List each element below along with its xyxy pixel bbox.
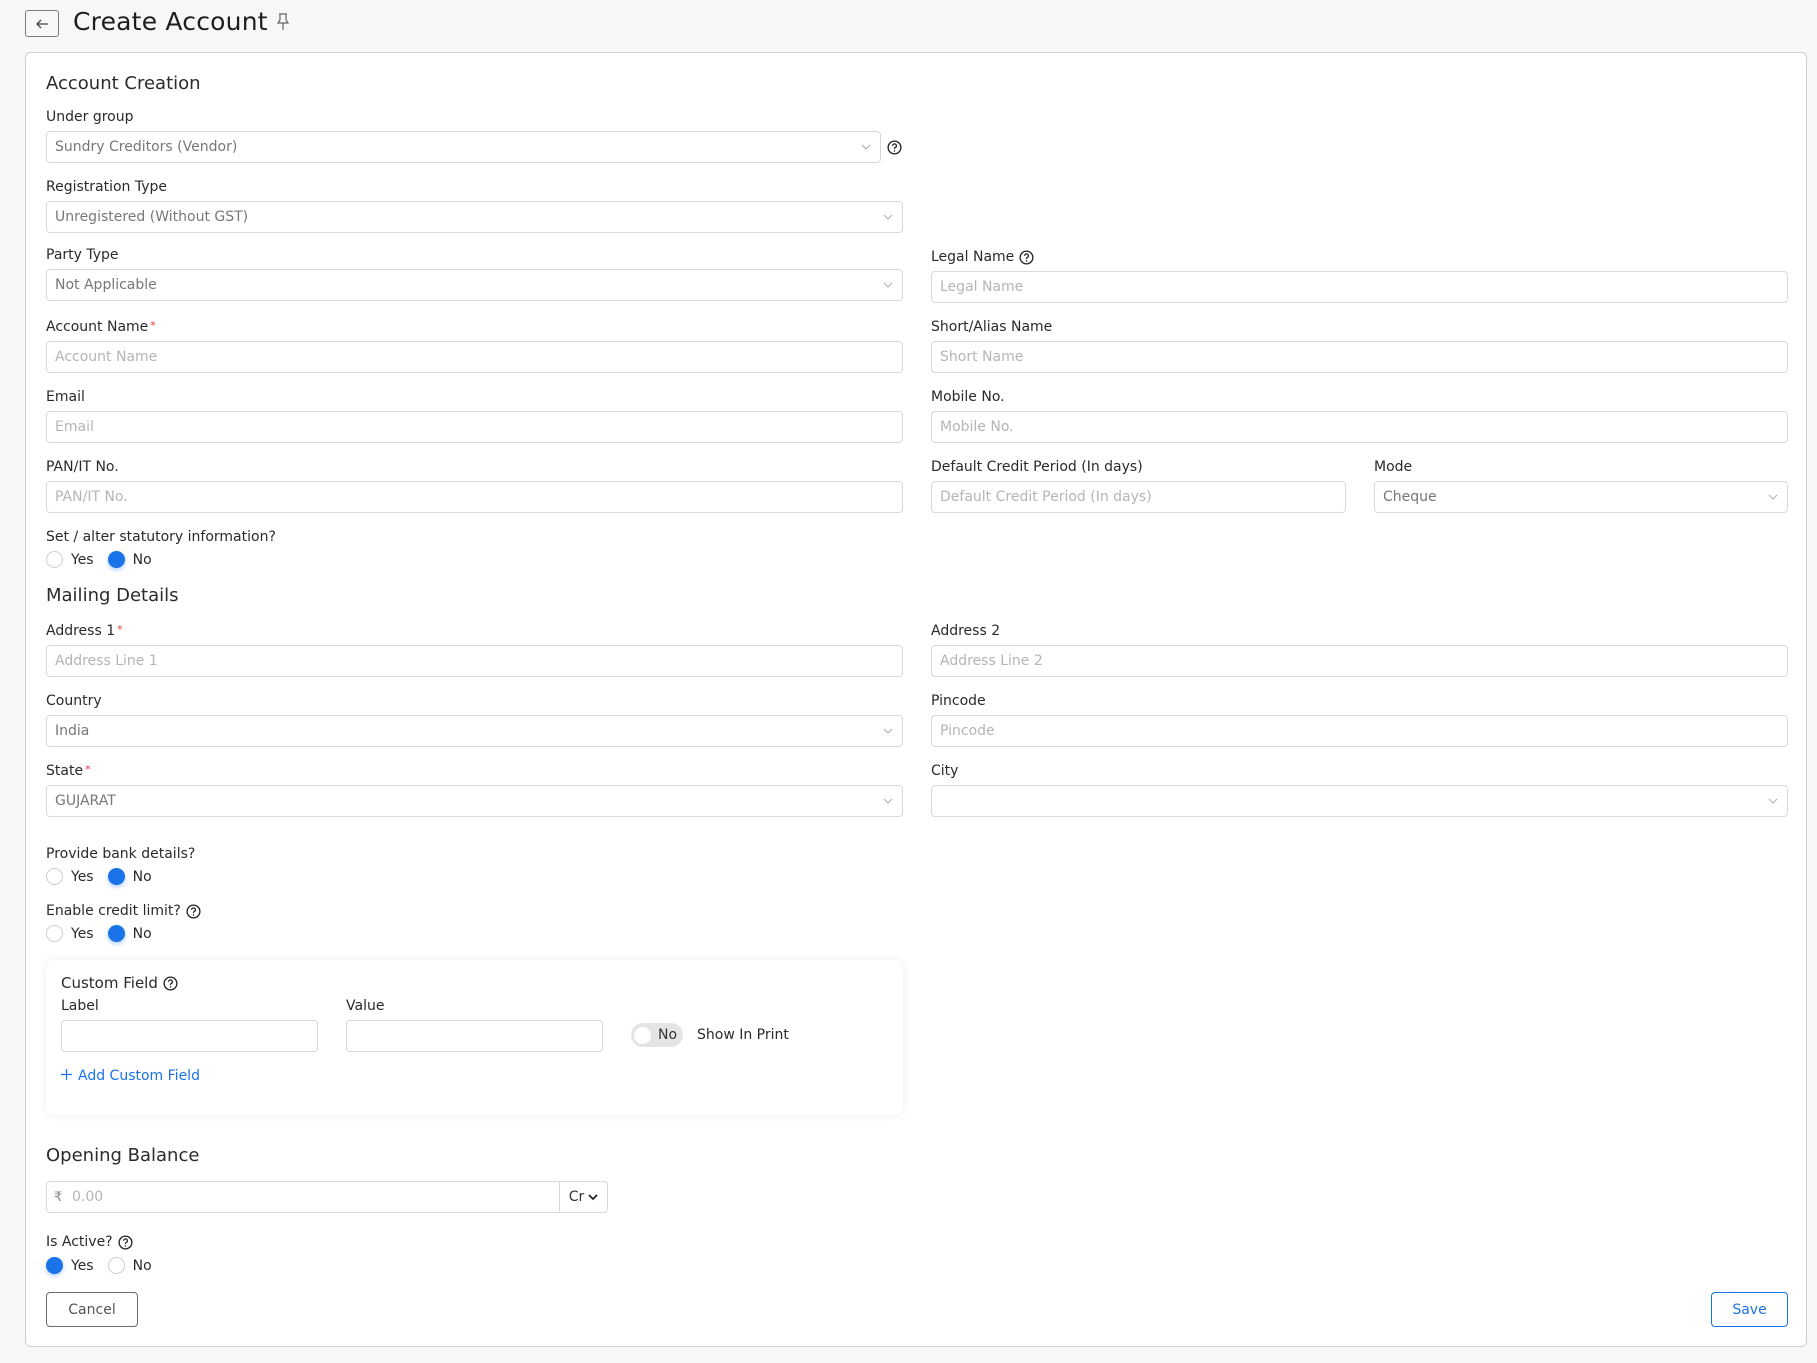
credit-period-input[interactable]: Default Credit Period (In days) (931, 481, 1346, 513)
statutory-no-radio[interactable] (107, 551, 125, 568)
opening-balance-field: ₹ 0.00 Cr (46, 1181, 608, 1213)
legal-name-input[interactable]: Legal Name (931, 271, 1788, 303)
state-label: State * (46, 762, 91, 780)
section-title-mailing-details: Mailing Details (46, 585, 179, 606)
bank-details-no-radio[interactable] (107, 868, 125, 885)
statutory-radio-group: Yes No (46, 551, 166, 568)
chevron-down-icon (860, 141, 872, 153)
chevron-down-icon (882, 795, 894, 807)
email-input[interactable]: Email (46, 411, 903, 443)
pan-label: PAN/IT No. (46, 459, 119, 475)
help-icon[interactable] (887, 140, 902, 155)
help-icon[interactable] (1019, 249, 1034, 265)
chevron-down-icon (882, 279, 894, 291)
country-select[interactable]: India (46, 715, 903, 747)
credit-limit-yes-radio[interactable] (46, 925, 63, 942)
required-mark: * (85, 762, 91, 776)
chevron-down-icon (588, 1189, 598, 1205)
custom-field-value-heading: Value (346, 998, 385, 1014)
form-card (25, 52, 1807, 1347)
opening-balance-input[interactable]: 0.00 (72, 1189, 559, 1205)
back-button[interactable] (25, 10, 59, 37)
country-label: Country (46, 693, 102, 709)
account-name-label: Account Name * (46, 318, 156, 336)
mode-select[interactable]: Cheque (1374, 481, 1788, 513)
arrow-left-icon (35, 14, 49, 33)
section-title-opening-balance: Opening Balance (46, 1145, 200, 1166)
credit-period-label: Default Credit Period (In days) (931, 459, 1143, 475)
bank-details-radio-group: Yes No (46, 868, 166, 885)
under-group-label: Under group (46, 109, 134, 125)
help-icon[interactable] (118, 1234, 133, 1250)
short-name-input[interactable]: Short Name (931, 341, 1788, 373)
plus-icon (61, 1068, 72, 1084)
registration-type-label: Registration Type (46, 179, 168, 195)
balance-type-select[interactable]: Cr (559, 1182, 607, 1212)
bank-details-yes-radio[interactable] (46, 868, 63, 885)
state-select[interactable]: GUJARAT (46, 785, 903, 817)
address2-label: Address 2 (931, 623, 1001, 639)
credit-limit-label: Enable credit limit? (46, 903, 201, 919)
toggle-knob (634, 1026, 651, 1044)
section-title-account-creation: Account Creation (46, 73, 201, 94)
cancel-button[interactable]: Cancel (46, 1292, 138, 1327)
chevron-down-icon (1767, 491, 1779, 503)
show-in-print-label: Show In Print (697, 1027, 789, 1043)
mode-label: Mode (1374, 459, 1413, 475)
credit-limit-radio-group: Yes No (46, 925, 166, 942)
statutory-yes-radio[interactable] (46, 551, 63, 568)
address2-input[interactable]: Address Line 2 (931, 645, 1788, 677)
short-name-label: Short/Alias Name (931, 319, 1053, 335)
city-select[interactable] (931, 785, 1788, 817)
save-button[interactable]: Save (1711, 1292, 1788, 1327)
party-type-label: Party Type (46, 247, 119, 263)
mobile-input[interactable]: Mobile No. (931, 411, 1788, 443)
chevron-down-icon (882, 211, 894, 223)
bank-details-label: Provide bank details? (46, 846, 196, 862)
help-icon[interactable] (186, 903, 201, 919)
address1-input[interactable]: Address Line 1 (46, 645, 903, 677)
pan-input[interactable]: PAN/IT No. (46, 481, 903, 513)
city-label: City (931, 763, 959, 779)
required-mark: * (117, 622, 123, 636)
statutory-label: Set / alter statutory information? (46, 529, 276, 545)
is-active-yes-radio[interactable] (46, 1257, 63, 1274)
page-title: Create Account (73, 7, 268, 36)
pincode-input[interactable]: Pincode (931, 715, 1788, 747)
pin-icon[interactable] (276, 13, 290, 35)
help-icon[interactable] (163, 975, 178, 991)
is-active-radio-group: Yes No (46, 1257, 166, 1274)
add-custom-field-link[interactable]: Add Custom Field (61, 1068, 200, 1084)
custom-field-label-input[interactable] (61, 1020, 318, 1052)
required-mark: * (150, 318, 156, 332)
is-active-no-radio[interactable] (107, 1257, 125, 1274)
credit-limit-no-radio[interactable] (107, 925, 125, 942)
custom-field-title: Custom Field (61, 974, 178, 992)
rupee-icon: ₹ (54, 1189, 63, 1205)
registration-type-select[interactable]: Unregistered (Without GST) (46, 201, 903, 233)
chevron-down-icon (1767, 795, 1779, 807)
custom-field-label-heading: Label (61, 998, 99, 1014)
chevron-down-icon (882, 725, 894, 737)
under-group-select[interactable]: Sundry Creditors (Vendor) (46, 131, 881, 163)
party-type-select[interactable]: Not Applicable (46, 269, 903, 301)
address1-label: Address 1 * (46, 622, 123, 640)
mobile-label: Mobile No. (931, 389, 1005, 405)
custom-field-value-input[interactable] (346, 1020, 603, 1052)
show-in-print-toggle[interactable]: No (631, 1023, 683, 1047)
pincode-label: Pincode (931, 693, 986, 709)
account-name-input[interactable]: Account Name (46, 341, 903, 373)
show-in-print-row: No Show In Print (631, 1023, 789, 1047)
is-active-label: Is Active? (46, 1234, 133, 1250)
email-label: Email (46, 389, 85, 405)
legal-name-label: Legal Name (931, 249, 1034, 265)
